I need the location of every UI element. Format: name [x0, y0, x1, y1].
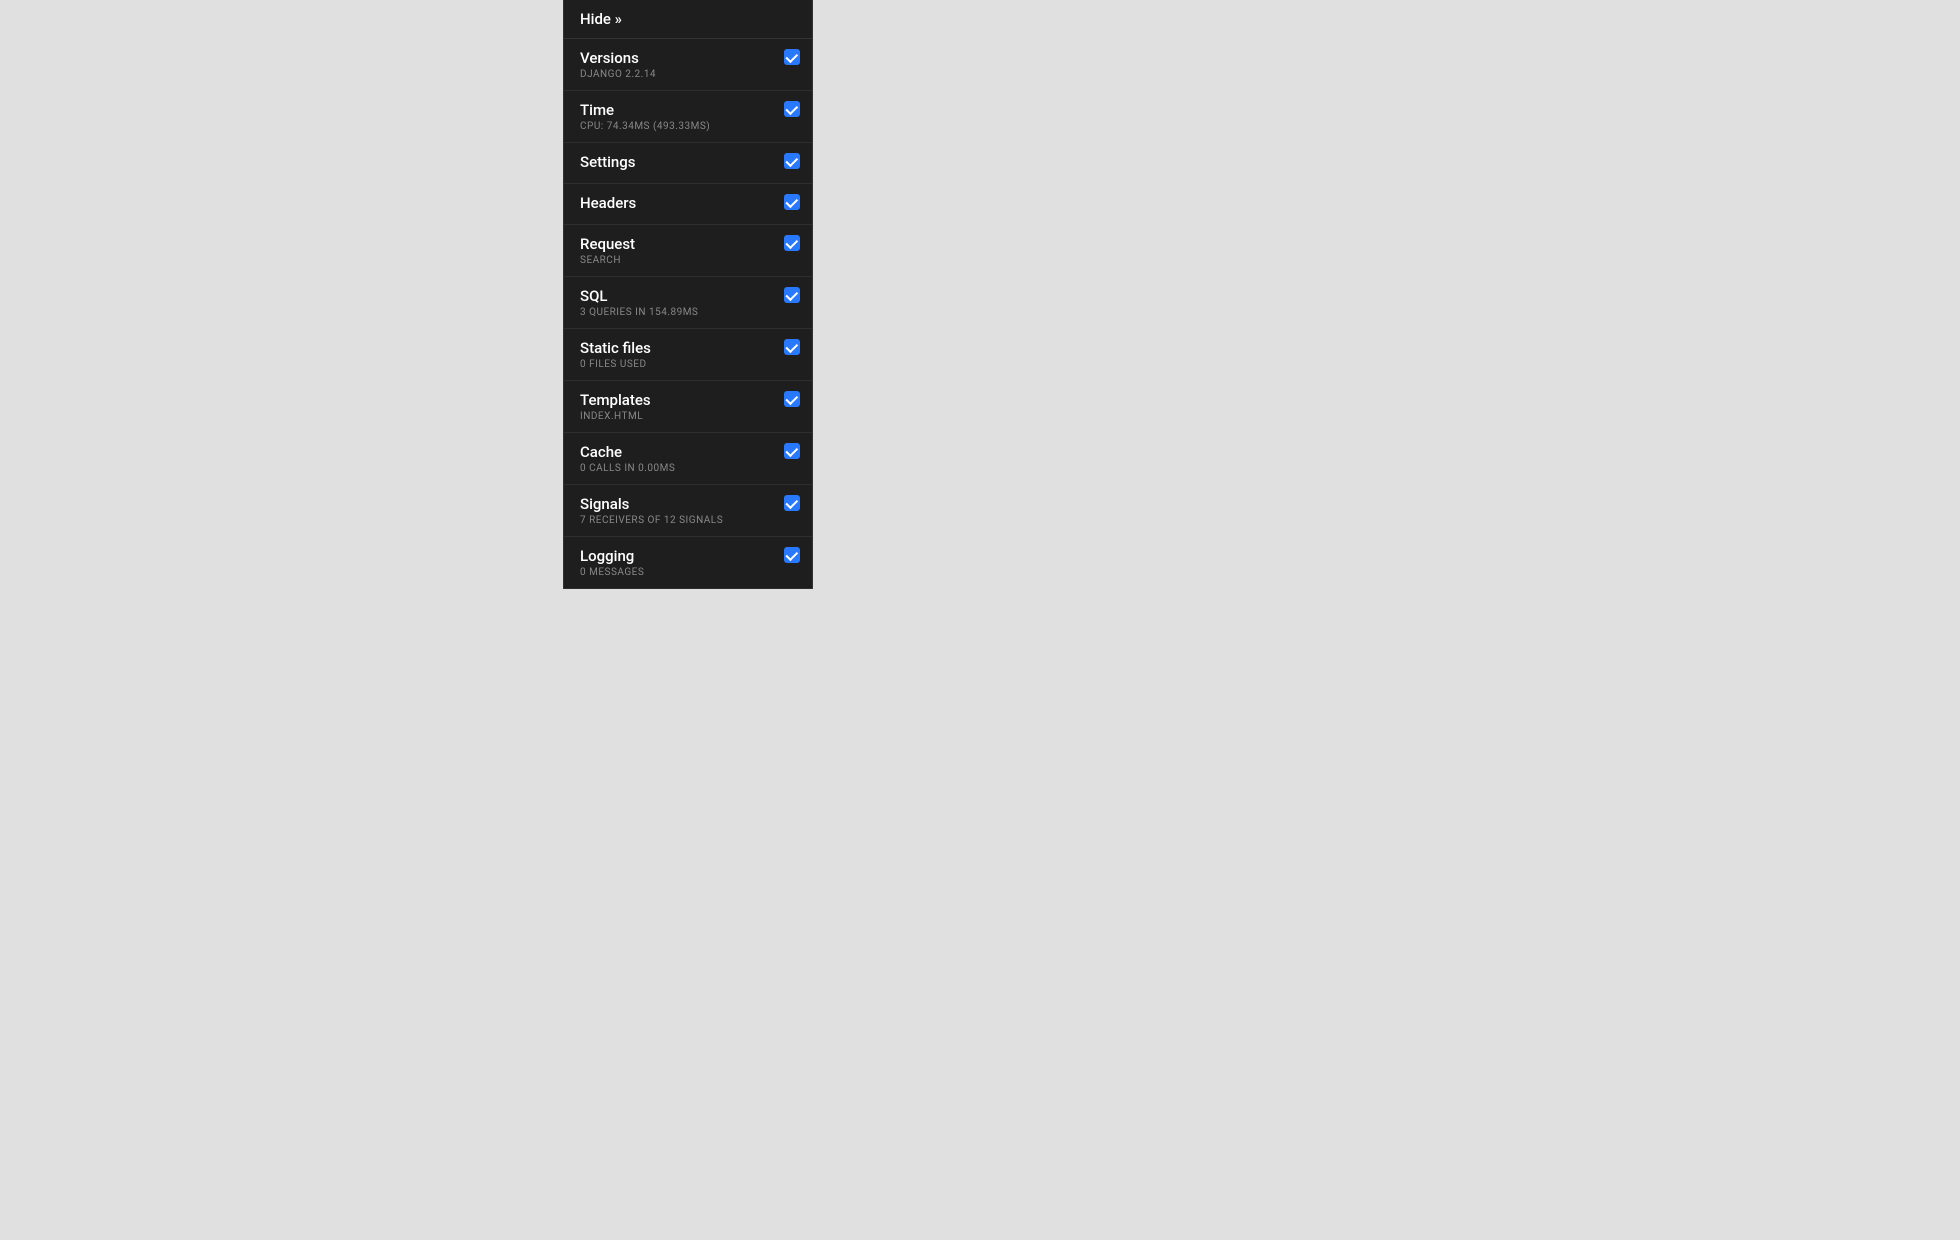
panel-item-cache[interactable]: Cache 0 CALLS IN 0.00ms	[564, 433, 812, 485]
panel-item-signals-checkbox[interactable]	[784, 495, 800, 511]
panel-item-logging[interactable]: Logging 0 MESSAGES	[564, 537, 812, 589]
hide-panel-label: Hide »	[580, 10, 796, 28]
panel-item-time[interactable]: Time CPU: 74.34ms (493.33ms)	[564, 91, 812, 143]
panel-item-signals-subtitle: 7 RECEIVERS OF 12 SIGNALS	[580, 515, 796, 526]
panel-item-headers-checkbox[interactable]	[784, 194, 800, 210]
panel-item-settings-title: Settings	[580, 153, 796, 171]
panel-item-request-subtitle: SEARCH	[580, 255, 796, 266]
panel-item-logging-title: Logging	[580, 547, 796, 565]
panel-item-settings[interactable]: Settings	[564, 143, 812, 184]
panel-item-static-files-subtitle: 0 FILES USED	[580, 359, 796, 370]
panel-item-static-files-checkbox[interactable]	[784, 339, 800, 355]
panel-item-templates[interactable]: Templates INDEX.HTML	[564, 381, 812, 433]
panel-item-cache-subtitle: 0 CALLS IN 0.00ms	[580, 463, 796, 474]
panel-item-sql[interactable]: SQL 3 QUERIES IN 154.89ms	[564, 277, 812, 329]
panel-item-headers[interactable]: Headers	[564, 184, 812, 225]
panel-item-headers-title: Headers	[580, 194, 796, 212]
hide-panel-button[interactable]: Hide »	[564, 0, 812, 39]
panel-item-static-files-title: Static files	[580, 339, 796, 357]
panel-item-templates-title: Templates	[580, 391, 796, 409]
panel-item-cache-title: Cache	[580, 443, 796, 461]
panel-item-signals-title: Signals	[580, 495, 796, 513]
panel-item-logging-subtitle: 0 MESSAGES	[580, 567, 796, 578]
panel-item-versions[interactable]: Versions Django 2.2.14	[564, 39, 812, 91]
panel-item-request[interactable]: Request SEARCH	[564, 225, 812, 277]
panel-item-time-subtitle: CPU: 74.34ms (493.33ms)	[580, 121, 796, 132]
panel-item-templates-subtitle: INDEX.HTML	[580, 411, 796, 422]
panel-item-signals[interactable]: Signals 7 RECEIVERS OF 12 SIGNALS	[564, 485, 812, 537]
panel-item-versions-checkbox[interactable]	[784, 49, 800, 65]
panel-item-logging-checkbox[interactable]	[784, 547, 800, 563]
panel-item-sql-title: SQL	[580, 287, 796, 305]
panel-item-request-checkbox[interactable]	[784, 235, 800, 251]
panel-item-time-checkbox[interactable]	[784, 101, 800, 117]
panel-item-sql-subtitle: 3 QUERIES IN 154.89ms	[580, 307, 796, 318]
panel-item-static-files[interactable]: Static files 0 FILES USED	[564, 329, 812, 381]
panel-item-versions-title: Versions	[580, 49, 796, 67]
panel-item-sql-checkbox[interactable]	[784, 287, 800, 303]
debug-toolbar-panel: Hide » Versions Django 2.2.14 Time CPU: 74.…	[563, 0, 813, 589]
panel-item-versions-subtitle: Django 2.2.14	[580, 69, 796, 80]
panel-items-container: Versions Django 2.2.14 Time CPU: 74.34ms (4…	[564, 39, 812, 589]
panel-item-cache-checkbox[interactable]	[784, 443, 800, 459]
panel-item-time-title: Time	[580, 101, 796, 119]
panel-item-settings-checkbox[interactable]	[784, 153, 800, 169]
panel-item-templates-checkbox[interactable]	[784, 391, 800, 407]
panel-item-request-title: Request	[580, 235, 796, 253]
